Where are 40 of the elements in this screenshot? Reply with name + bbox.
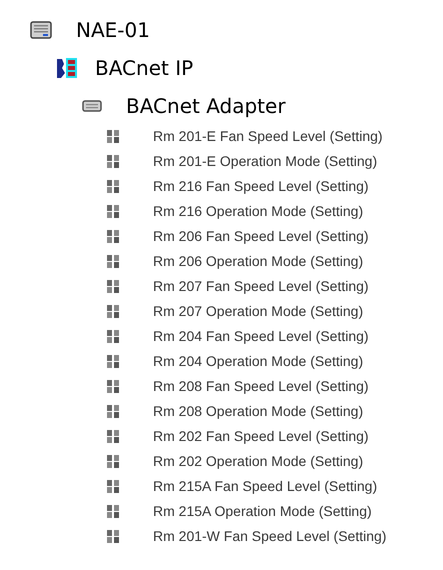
tree-item[interactable]: Rm 204 Operation Mode (Setting): [153, 351, 364, 372]
tree-item[interactable]: Rm 202 Fan Speed Level (Setting): [153, 426, 369, 447]
point-icon: [106, 279, 120, 294]
point-icon: [106, 429, 120, 444]
point-icon: [106, 379, 120, 394]
point-icon: [106, 454, 120, 469]
tree-item[interactable]: Rm 201-E Fan Speed Level (Setting): [153, 126, 383, 147]
tree-item[interactable]: Rm 207 Operation Mode (Setting): [153, 301, 364, 322]
adapter-icon: [82, 100, 102, 112]
point-icon: [106, 354, 120, 369]
point-icon: [106, 254, 120, 269]
tree-item[interactable]: NAE-01: [76, 15, 150, 45]
server-icon: [30, 21, 52, 39]
tree-item[interactable]: Rm 215A Operation Mode (Setting): [153, 501, 372, 522]
point-icon: [106, 479, 120, 494]
point-icon: [106, 304, 120, 319]
tree-item[interactable]: Rm 204 Fan Speed Level (Setting): [153, 326, 369, 347]
point-icon: [106, 204, 120, 219]
tree-item[interactable]: Rm 208 Operation Mode (Setting): [153, 401, 364, 422]
point-icon: [106, 504, 120, 519]
point-icon: [106, 179, 120, 194]
tree-item[interactable]: Rm 206 Fan Speed Level (Setting): [153, 226, 369, 247]
tree-item[interactable]: Rm 216 Operation Mode (Setting): [153, 201, 364, 222]
tree-item[interactable]: Rm 206 Operation Mode (Setting): [153, 251, 364, 272]
point-icon: [106, 129, 120, 144]
network-icon: [55, 56, 79, 80]
tree-item[interactable]: Rm 202 Operation Mode (Setting): [153, 451, 364, 472]
point-icon: [106, 529, 120, 544]
tree-item[interactable]: BACnet Adapter: [126, 91, 286, 121]
tree-item[interactable]: Rm 216 Fan Speed Level (Setting): [153, 176, 369, 197]
tree-item[interactable]: Rm 201-E Operation Mode (Setting): [153, 151, 378, 172]
tree-item[interactable]: Rm 207 Fan Speed Level (Setting): [153, 276, 369, 297]
tree-item[interactable]: Rm 201-W Fan Speed Level (Setting): [153, 526, 386, 547]
tree-item[interactable]: Rm 208 Fan Speed Level (Setting): [153, 376, 369, 397]
tree-item[interactable]: BACnet IP: [95, 53, 194, 83]
point-icon: [106, 329, 120, 344]
point-icon: [106, 404, 120, 419]
point-icon: [106, 154, 120, 169]
tree-item[interactable]: Rm 215A Fan Speed Level (Setting): [153, 476, 378, 497]
point-icon: [106, 229, 120, 244]
